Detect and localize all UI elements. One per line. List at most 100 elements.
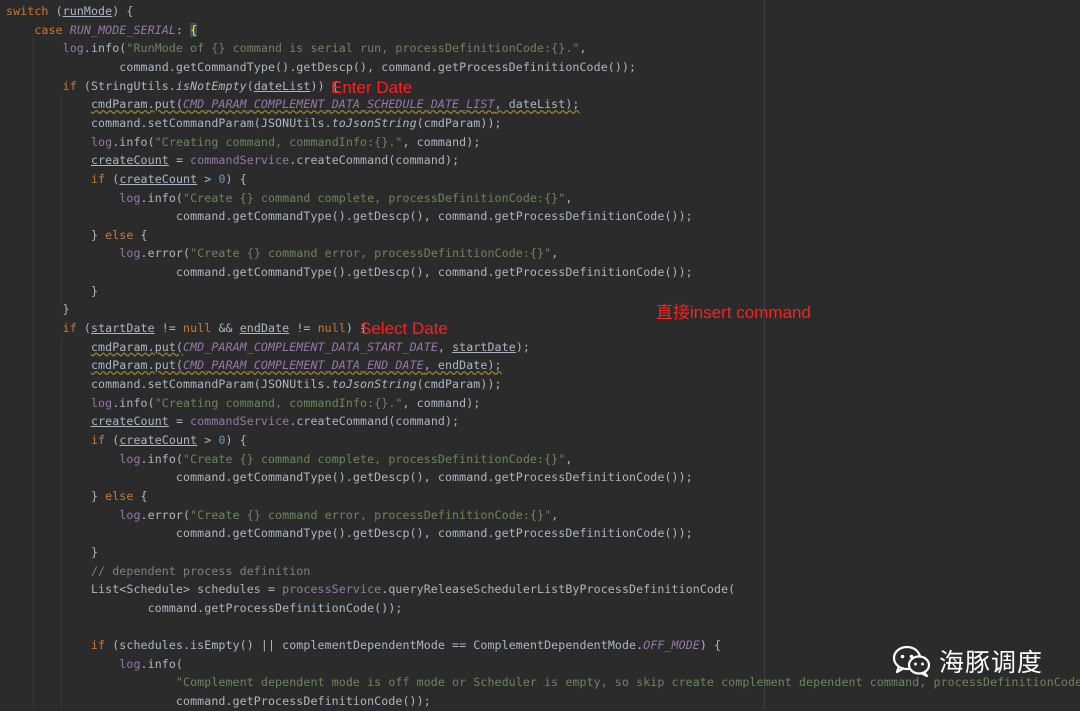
wechat-icon <box>893 645 931 677</box>
code-token: ) { <box>225 171 247 186</box>
code-token: if <box>90 432 106 447</box>
code-token: , <box>437 339 453 354</box>
code-token: cmdParam.put( <box>90 358 184 373</box>
code-line[interactable]: if (StringUtils.isNotEmpty(dateList)) { <box>6 77 339 96</box>
code-token: { <box>133 488 148 503</box>
code-token: if <box>90 638 106 653</box>
code-token: (schedules.isEmpty() || complementDepend… <box>105 638 644 653</box>
code-line[interactable]: createCount = commandService.createComma… <box>6 151 459 170</box>
annotation-insert-command: 直接insert command <box>656 303 811 322</box>
code-token: else <box>105 227 134 242</box>
code-line[interactable]: log.error("Create {} command error, proc… <box>6 244 558 263</box>
watermark: 海豚调度 <box>893 644 1043 678</box>
code-line[interactable]: List<Schedule> schedules = processServic… <box>6 580 735 599</box>
code-line[interactable]: createCount = commandService.createComma… <box>6 412 459 431</box>
code-line[interactable]: command.setCommandParam(JSONUtils.toJson… <box>6 114 502 133</box>
code-token: , <box>565 451 573 466</box>
code-line[interactable]: log.info( <box>6 655 183 674</box>
code-line[interactable]: } else { <box>6 226 148 245</box>
code-token: startDate <box>90 321 155 336</box>
code-token: log <box>119 190 141 205</box>
code-token: } <box>6 283 99 298</box>
code-token: commandService <box>190 153 290 168</box>
code-token: && <box>211 321 240 336</box>
code-token: != <box>154 321 184 336</box>
code-line[interactable]: command.getCommandType().getDescp(), com… <box>6 468 693 487</box>
code-token: processService <box>282 582 382 597</box>
code-line[interactable]: command.getCommandType().getDescp(), com… <box>6 524 693 543</box>
code-token: CMD_PARAM_COMPLEMENT_DATA_SCHEDULE_DATE_… <box>183 97 495 112</box>
code-token: cmdParam.put( <box>90 339 184 354</box>
code-line[interactable]: log.error("Create {} command error, proc… <box>6 506 558 525</box>
code-line[interactable]: if (createCount > 0) { <box>6 431 247 450</box>
code-token: "Create {} command complete, processDefi… <box>183 190 566 205</box>
code-line[interactable]: log.info("Creating command, commandInfo:… <box>6 133 480 152</box>
code-line[interactable]: command.setCommandParam(JSONUtils.toJson… <box>6 375 502 394</box>
code-line[interactable]: } <box>6 282 98 301</box>
code-line[interactable]: log.info("Create {} command complete, pr… <box>6 189 572 208</box>
code-token: toJsonString <box>331 115 417 130</box>
code-token: , <box>579 41 587 56</box>
code-token: toJsonString <box>331 377 417 391</box>
code-token: "Create {} command error, processDefinit… <box>190 246 552 261</box>
code-token: ( <box>246 78 254 93</box>
code-token: , endDate); <box>423 358 502 373</box>
code-token: command.getProcessDefinitionCode()); <box>6 600 403 615</box>
code-token: command.getCommandType().getDescp(), com… <box>6 59 637 74</box>
code-token: ( <box>105 171 120 186</box>
code-editor[interactable]: switch (runMode) { case RUN_MODE_SERIAL:… <box>0 0 1080 709</box>
code-token: , command); <box>402 395 481 410</box>
code-line[interactable]: } <box>6 543 98 562</box>
code-token: .queryReleaseSchedulerListByProcessDefin… <box>381 582 736 597</box>
code-line[interactable]: case RUN_MODE_SERIAL: { <box>6 21 198 40</box>
code-token: log <box>119 246 141 261</box>
code-token: "Creating command, commandInfo:{}." <box>154 395 403 410</box>
code-token: CMD_PARAM_COMPLEMENT_DATA_START_DATE <box>183 339 438 354</box>
code-token: > <box>197 432 219 447</box>
code-token: ( <box>76 321 91 336</box>
code-token: } <box>6 488 106 503</box>
code-line[interactable]: cmdParam.put(CMD_PARAM_COMPLEMENT_DATA_E… <box>6 356 502 375</box>
code-token: CMD_PARAM_COMPLEMENT_DATA_END_DATE <box>183 358 424 373</box>
code-line[interactable]: log.info("Create {} command complete, pr… <box>6 450 572 469</box>
code-token: "Creating command, commandInfo:{}." <box>154 134 403 149</box>
code-line[interactable]: command.getProcessDefinitionCode()); <box>6 692 431 711</box>
code-token: .info( <box>112 134 155 149</box>
code-token: log <box>90 395 113 410</box>
code-token: startDate <box>452 339 516 354</box>
code-line[interactable]: if (createCount > 0) { <box>6 170 247 189</box>
code-line[interactable]: log.info("Creating command, commandInfo:… <box>6 394 480 413</box>
code-token: cmdParam.put( <box>90 97 184 112</box>
code-line[interactable]: switch (runMode) { <box>6 2 133 21</box>
code-token: dateList <box>253 78 311 93</box>
code-line[interactable]: command.getCommandType().getDescp(), com… <box>6 58 636 77</box>
code-token: List<Schedule> schedules = <box>6 582 283 597</box>
code-token: createCount <box>90 414 169 429</box>
code-line[interactable]: command.getCommandType().getDescp(), com… <box>6 263 693 282</box>
code-line[interactable]: cmdParam.put(CMD_PARAM_COMPLEMENT_DATA_S… <box>6 95 580 114</box>
code-line[interactable]: log.info("RunMode of {} command is seria… <box>6 39 587 58</box>
code-token: null <box>183 321 212 336</box>
code-token: .info( <box>140 451 184 466</box>
code-token: createCount <box>119 432 198 447</box>
code-token: command.getCommandType().getDescp(), com… <box>6 209 693 224</box>
code-line[interactable]: cmdParam.put(CMD_PARAM_COMPLEMENT_DATA_S… <box>6 338 530 357</box>
code-token: if <box>62 78 77 93</box>
code-token: null <box>317 321 346 336</box>
code-line[interactable]: if (schedules.isEmpty() || complementDep… <box>6 636 721 655</box>
code-token: ); <box>515 339 530 354</box>
code-line[interactable]: } else { <box>6 487 148 506</box>
code-line[interactable]: // dependent process definition <box>6 562 310 581</box>
code-token: } <box>6 302 70 317</box>
code-line[interactable]: command.getCommandType().getDescp(), com… <box>6 207 693 226</box>
code-token: .error( <box>140 246 191 261</box>
code-line[interactable]: } <box>6 300 70 319</box>
code-token: = <box>168 153 191 168</box>
code-line[interactable]: command.getProcessDefinitionCode()); <box>6 599 403 618</box>
code-line[interactable]: if (startDate != null && endDate != null… <box>6 319 367 338</box>
